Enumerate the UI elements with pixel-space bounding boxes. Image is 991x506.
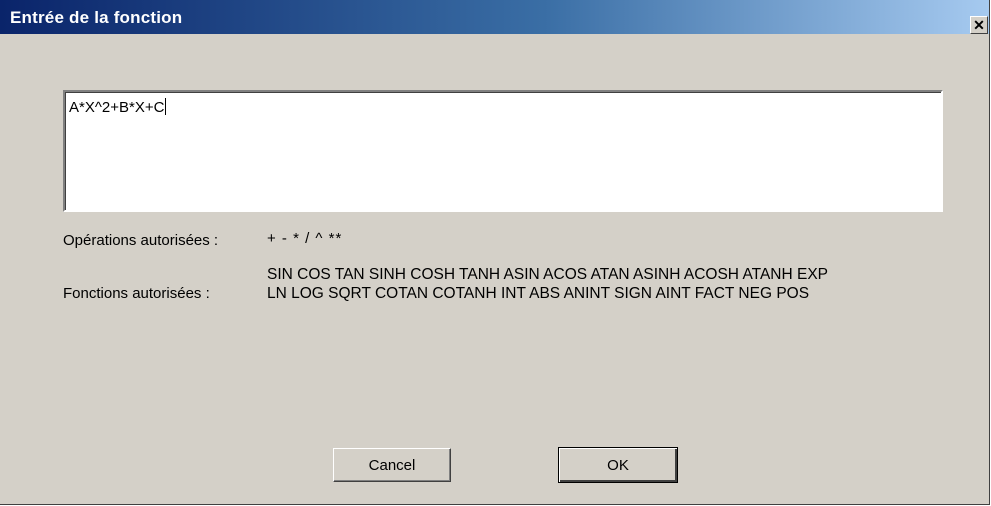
- title-bar[interactable]: Entrée de la fonction ✕: [0, 0, 989, 34]
- formula-text: A*X^2+B*X+C: [69, 99, 165, 116]
- window-title: Entrée de la fonction: [10, 8, 183, 27]
- allowed-functions-label: Fonctions autorisées :: [63, 285, 210, 302]
- allowed-operations-value: + - * / ^ **: [267, 230, 343, 247]
- formula-input[interactable]: A*X^2+B*X+C: [63, 90, 943, 212]
- cancel-button[interactable]: Cancel: [333, 448, 451, 482]
- allowed-functions-value: SIN COS TAN SINH COSH TANH ASIN ACOS ATA…: [267, 265, 828, 303]
- close-icon: ✕: [973, 17, 985, 33]
- allowed-operations-label: Opérations autorisées :: [63, 232, 219, 249]
- text-caret: [165, 98, 167, 115]
- function-entry-dialog: Entrée de la fonction ✕ A*X^2+B*X+C Opér…: [0, 0, 990, 505]
- ok-button[interactable]: OK: [558, 447, 678, 483]
- allowed-functions-line-1: SIN COS TAN SINH COSH TANH ASIN ACOS ATA…: [267, 266, 828, 283]
- close-button[interactable]: ✕: [970, 16, 988, 34]
- allowed-functions-line-2: LN LOG SQRT COTAN COTANH INT ABS ANINT S…: [267, 285, 810, 302]
